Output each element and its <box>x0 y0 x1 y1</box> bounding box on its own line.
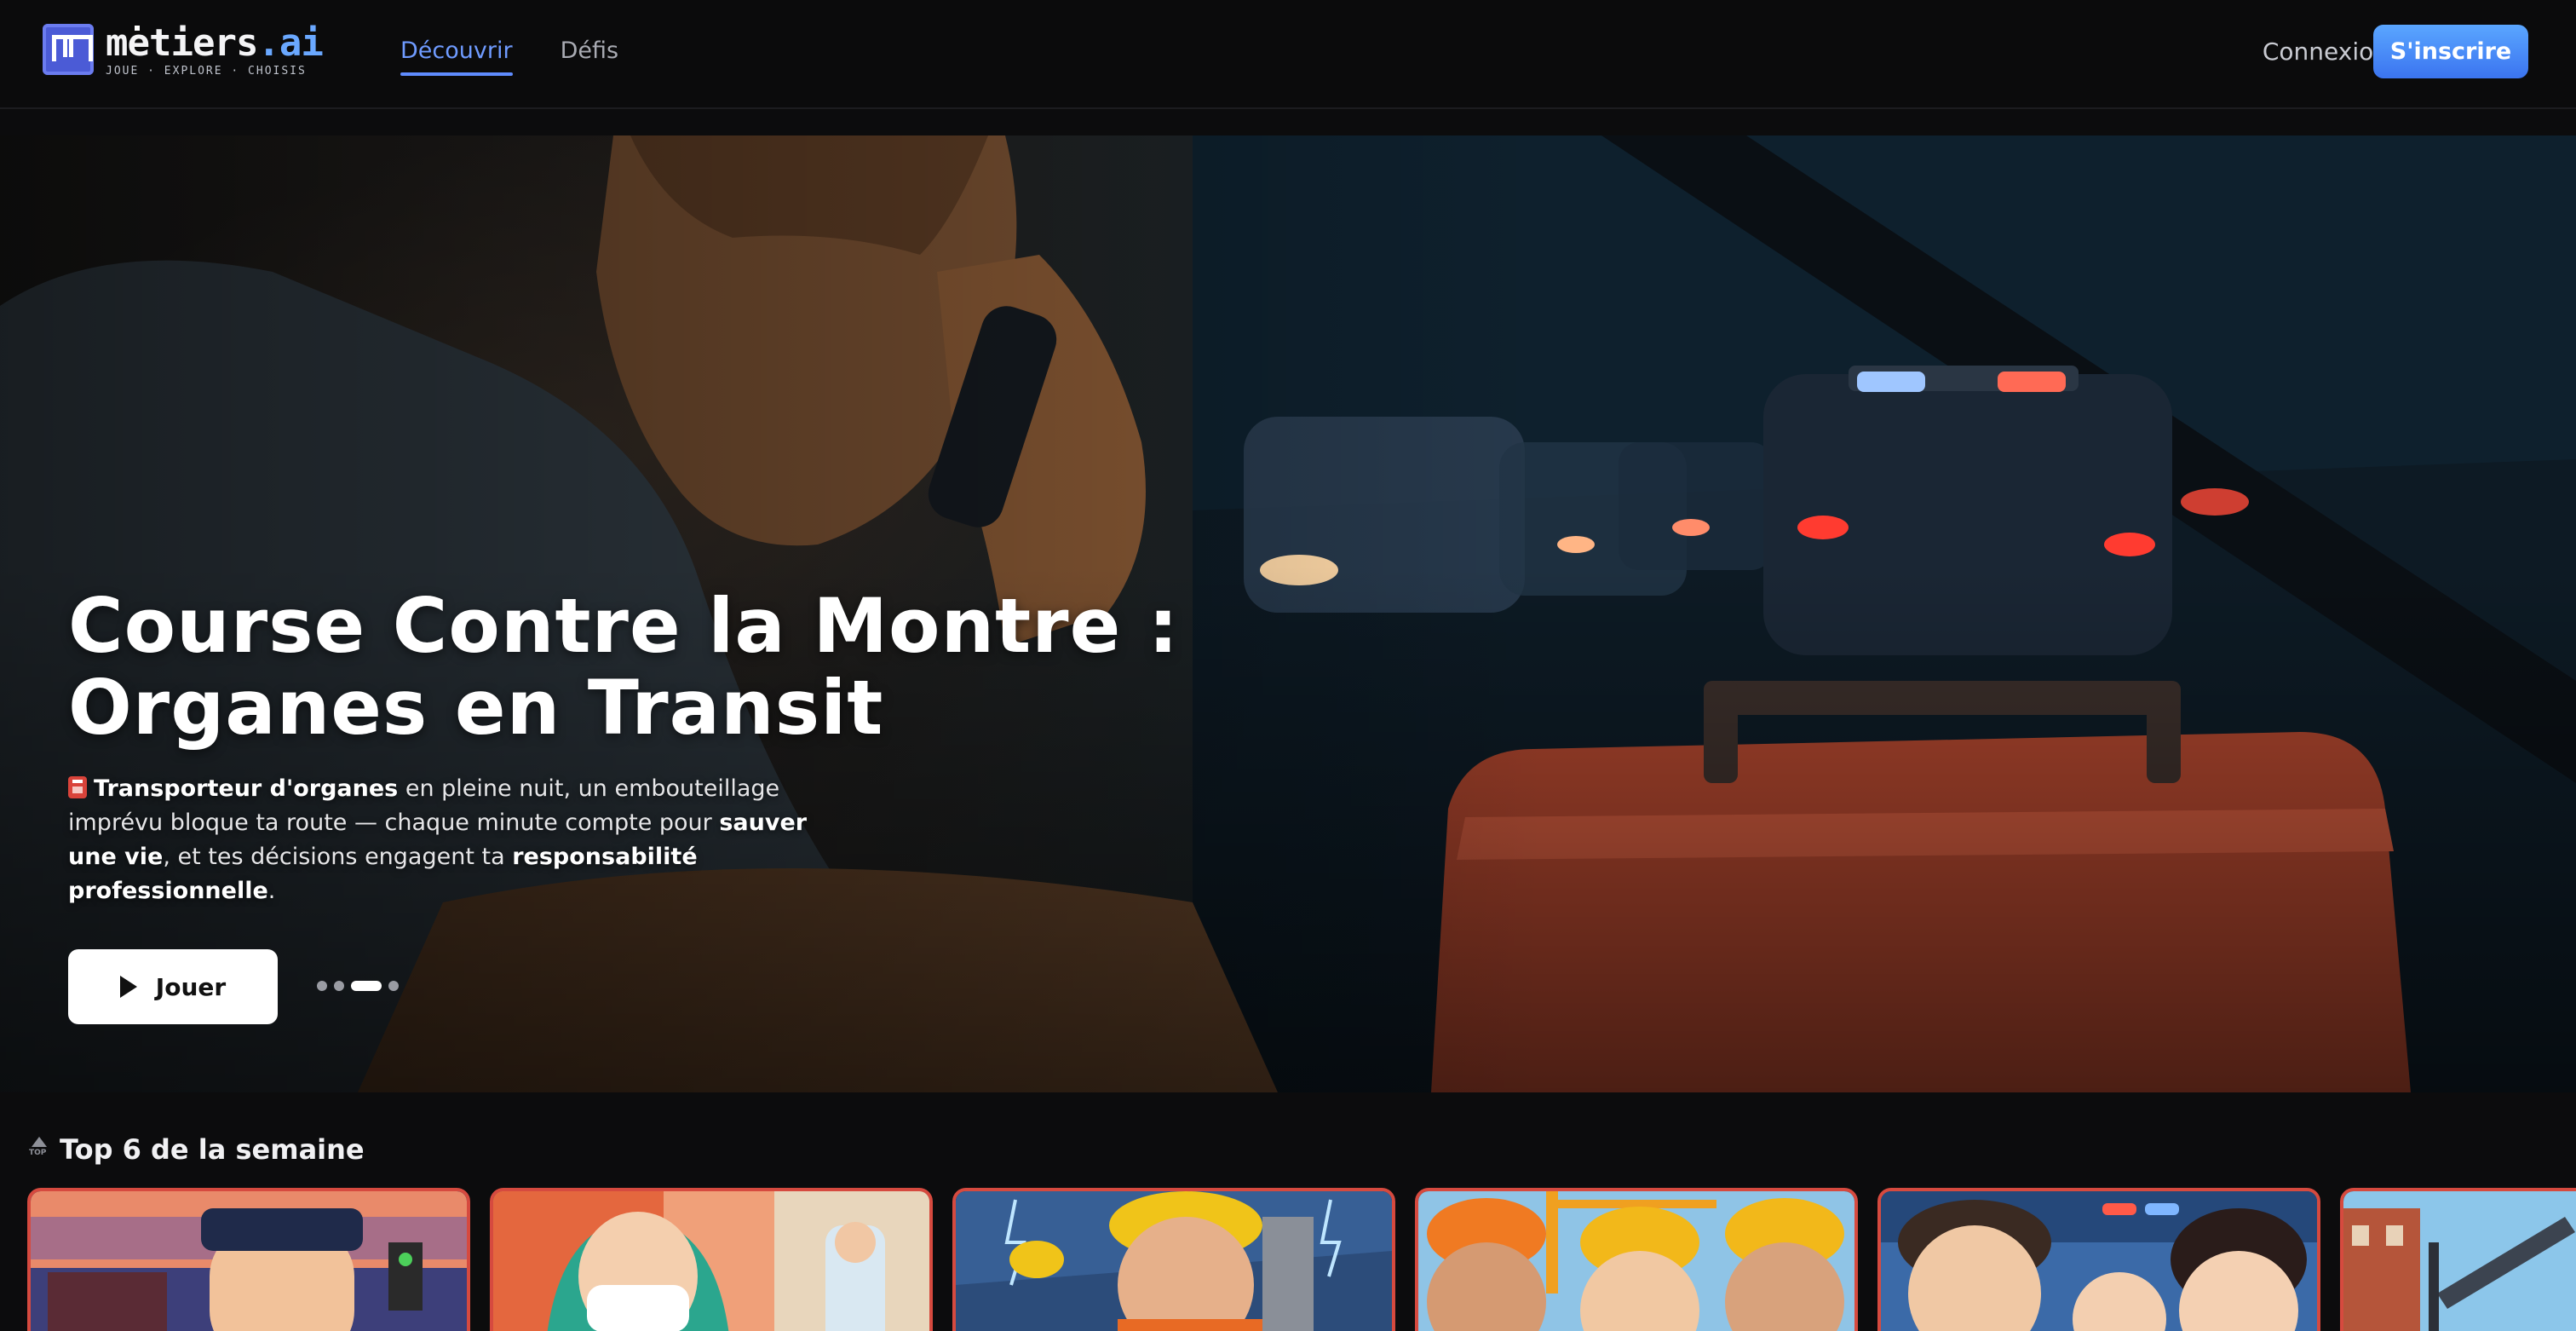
logo-text: metiers.ai JOUE · EXPLORE · CHOISIS <box>106 21 324 78</box>
train-conductor-card[interactable] <box>27 1188 470 1331</box>
construction-storm-card[interactable] <box>952 1188 1395 1331</box>
play-icon <box>119 976 137 998</box>
construction-storm-thumbnail <box>956 1191 1392 1331</box>
carousel-dot-3[interactable] <box>351 981 382 991</box>
crane-site-thumbnail <box>2343 1191 2576 1331</box>
hero-desc-text-3: . <box>267 878 276 904</box>
play-button[interactable]: Jouer <box>68 949 278 1024</box>
carousel-dot-4[interactable] <box>388 981 399 991</box>
hero-description: Transporteur d'organes en pleine nuit, u… <box>68 772 818 908</box>
hero-title: Course Contre la Montre : Organes en Tra… <box>68 585 1261 749</box>
signup-button[interactable]: S'inscrire <box>2373 25 2528 78</box>
hero-banner: Course Contre la Montre : Organes en Tra… <box>0 135 2576 1092</box>
ambulance-crew-thumbnail <box>1881 1191 2317 1331</box>
nav-item-decouvrir[interactable]: Découvrir <box>400 37 513 76</box>
login-link[interactable]: Connexion <box>2263 37 2389 66</box>
construction-workers-thumbnail <box>1418 1191 1854 1331</box>
nav-item-defis[interactable]: Défis <box>561 37 618 76</box>
logo-name-suffix: .ai <box>257 21 323 65</box>
ambulance-badge-icon <box>68 776 87 798</box>
logo-name-main: metiers <box>106 21 258 65</box>
surgeon-card[interactable] <box>490 1188 933 1331</box>
construction-workers-card[interactable] <box>1415 1188 1858 1331</box>
carousel-dot-2[interactable] <box>334 981 344 991</box>
logo[interactable]: metiers.ai JOUE · EXPLORE · CHOISIS <box>43 21 324 84</box>
carousel-dots <box>317 981 399 991</box>
play-button-label: Jouer <box>155 972 227 1001</box>
top-navbar: metiers.ai JOUE · EXPLORE · CHOISIS Déco… <box>0 0 2576 109</box>
top-section-title: Top 6 de la semaine <box>60 1133 365 1166</box>
top-arrow-icon <box>29 1137 49 1162</box>
carousel-dot-1[interactable] <box>317 981 327 991</box>
ambulance-crew-card[interactable] <box>1877 1188 2320 1331</box>
train-conductor-thumbnail <box>31 1191 467 1331</box>
hero-title-line1: Course Contre la Montre : <box>68 582 1180 670</box>
logo-mark-icon <box>43 24 94 75</box>
hero-desc-bold-1: Transporteur d'organes <box>94 775 399 802</box>
surgeon-thumbnail <box>493 1191 929 1331</box>
main-nav: Découvrir Défis <box>400 37 618 76</box>
logo-dot <box>135 26 140 31</box>
logo-tagline: JOUE · EXPLORE · CHOISIS <box>106 65 307 78</box>
top-section-heading: Top 6 de la semaine <box>29 1133 365 1166</box>
hero-title-line2: Organes en Transit <box>68 664 884 752</box>
hero-desc-text-2: , et tes décisions engagent ta <box>163 844 513 870</box>
crane-site-card[interactable] <box>2340 1188 2576 1331</box>
top-cards-row <box>27 1188 2576 1331</box>
